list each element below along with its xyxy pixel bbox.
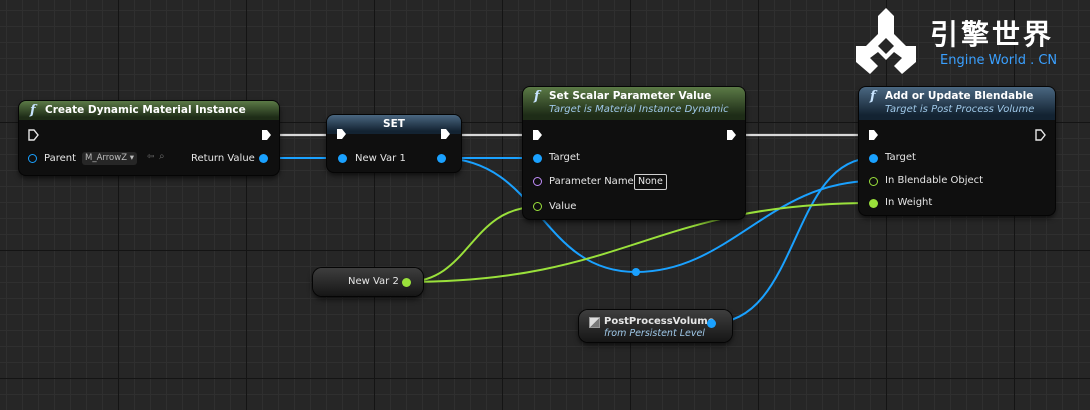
node-header: f Create Dynamic Material Instance xyxy=(19,101,279,120)
exec-out-pin[interactable] xyxy=(725,129,737,141)
function-icon: f xyxy=(870,89,876,104)
in-blendable-object-label: In Blendable Object xyxy=(885,175,984,186)
node-title: SET xyxy=(383,118,405,130)
post-process-volume-node[interactable]: PostProcessVolume from Persistent Level xyxy=(579,310,732,342)
engine-world-logo-icon xyxy=(856,8,916,74)
node-title: Create Dynamic Material Instance xyxy=(45,104,246,116)
node-header: f Set Scalar Parameter Value Target is M… xyxy=(523,87,745,120)
node-subtitle: Target is Material Instance Dynamic xyxy=(549,104,729,115)
set-scalar-parameter-value-node[interactable]: f Set Scalar Parameter Value Target is M… xyxy=(523,87,745,219)
return-value-label: Return Value xyxy=(191,153,255,164)
parent-asset-value: M_ArrowZ xyxy=(85,153,128,163)
new-var-2-out-pin[interactable] xyxy=(402,278,411,287)
parameter-name-pin[interactable] xyxy=(533,177,542,186)
new-var-1-label: New Var 1 xyxy=(355,153,406,164)
function-icon: f xyxy=(30,103,36,118)
exec-in-pin[interactable] xyxy=(27,129,39,141)
new-var-1-in-pin[interactable] xyxy=(338,154,347,163)
wire-knot xyxy=(632,268,640,276)
set-variable-node[interactable]: SET New Var 1 xyxy=(327,115,461,172)
node-subtitle: Target is Post Process Volume xyxy=(885,104,1035,115)
parent-label: Parent xyxy=(44,153,77,164)
logo-subtitle: Engine World . CN xyxy=(940,53,1058,68)
add-or-update-blendable-node[interactable]: f Add or Update Blendable Target is Post… xyxy=(859,87,1055,215)
new-var-1-out-pin[interactable] xyxy=(437,154,446,163)
float-wire-newvar2-to-value xyxy=(405,206,538,283)
parameter-name-label: Parameter Name xyxy=(549,176,634,187)
exec-out-pin[interactable] xyxy=(439,128,451,140)
exec-in-pin[interactable] xyxy=(531,129,543,141)
target-label: Target xyxy=(549,152,580,163)
new-var-2-node[interactable]: New Var 2 xyxy=(313,268,423,296)
exec-out-pin[interactable] xyxy=(260,129,272,141)
node-header: f Add or Update Blendable Target is Post… xyxy=(859,87,1055,120)
parent-pin[interactable] xyxy=(28,154,37,163)
exec-in-pin[interactable] xyxy=(867,129,879,141)
actor-icon xyxy=(589,317,600,328)
node-title: Set Scalar Parameter Value xyxy=(549,90,712,102)
post-process-volume-label: PostProcessVolume xyxy=(604,316,715,327)
logo-title: 引擎世界 xyxy=(930,18,1055,51)
post-process-volume-out-pin[interactable] xyxy=(707,319,716,328)
function-icon: f xyxy=(534,89,540,104)
arrow-left-icon[interactable]: ⇦ xyxy=(147,152,155,162)
target-pin[interactable] xyxy=(533,154,542,163)
search-icon[interactable]: ⌕ xyxy=(159,151,165,162)
value-label: Value xyxy=(549,201,577,212)
create-dynamic-material-instance-node[interactable]: f Create Dynamic Material Instance Paren… xyxy=(19,101,279,175)
node-title: Add or Update Blendable xyxy=(885,90,1034,102)
exec-out-pin[interactable] xyxy=(1034,129,1046,141)
parent-asset-dropdown[interactable]: M_ArrowZ ▾ xyxy=(82,152,138,165)
exec-in-pin[interactable] xyxy=(335,128,347,140)
in-weight-label: In Weight xyxy=(885,197,933,208)
post-process-volume-sublabel: from Persistent Level xyxy=(604,328,705,339)
parameter-name-input[interactable]: None xyxy=(634,174,667,190)
value-pin[interactable] xyxy=(533,202,542,211)
in-weight-pin[interactable] xyxy=(869,199,878,208)
new-var-2-label: New Var 2 xyxy=(348,276,399,287)
target-label: Target xyxy=(885,152,916,163)
chevron-down-icon: ▾ xyxy=(129,153,135,163)
return-value-pin[interactable] xyxy=(259,154,268,163)
target-pin[interactable] xyxy=(869,154,878,163)
in-blendable-object-pin[interactable] xyxy=(869,177,878,186)
